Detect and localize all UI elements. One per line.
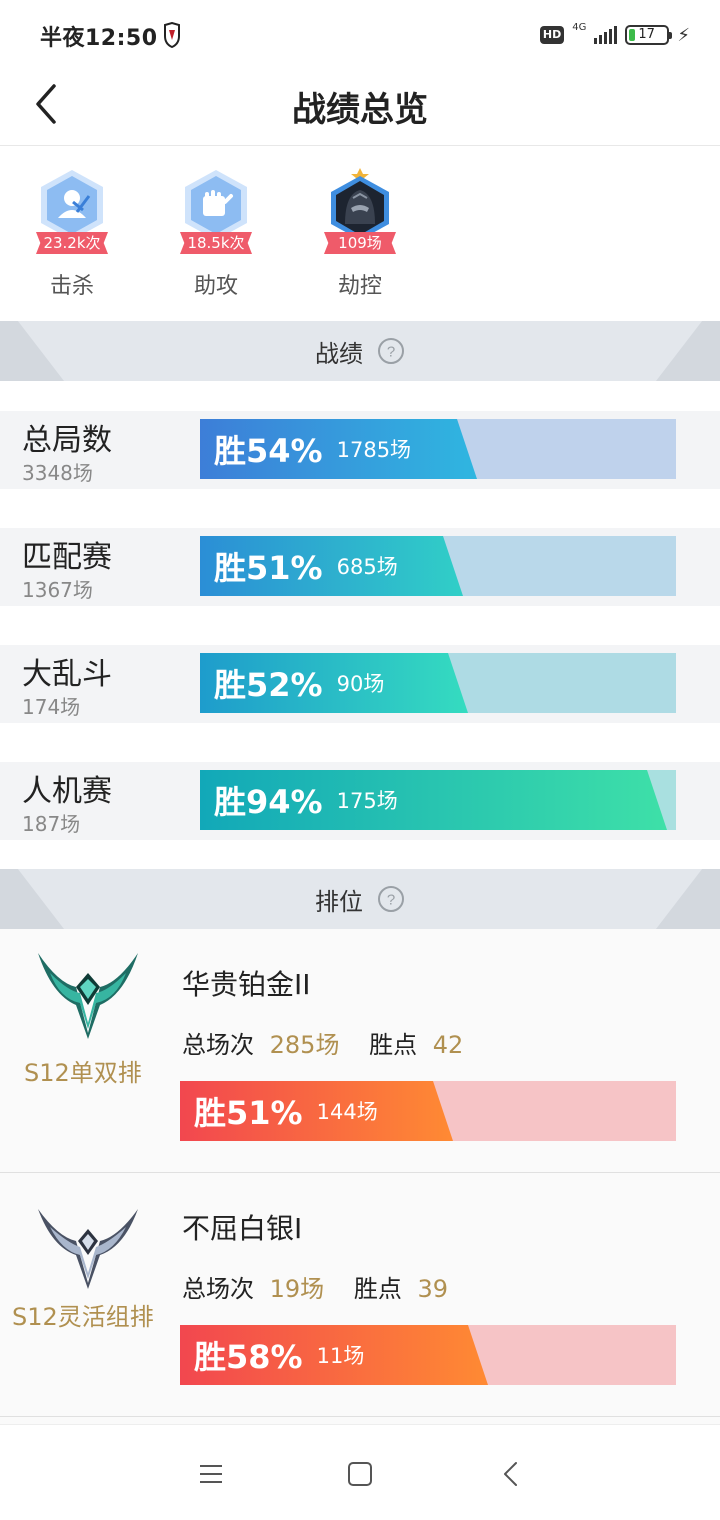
help-icon[interactable]: ? bbox=[377, 337, 405, 365]
svg-text:?: ? bbox=[387, 892, 395, 909]
win-rate-label: 胜51% bbox=[194, 1094, 303, 1132]
win-games: 175场 bbox=[336, 789, 398, 813]
win-rate-label: 胜94% bbox=[214, 783, 323, 821]
record-section-header: 战绩 ? bbox=[0, 321, 720, 381]
win-games: 11场 bbox=[316, 1344, 365, 1368]
assist-label: 助攻 bbox=[193, 274, 238, 299]
league-points-label: 胜点 bbox=[369, 1031, 418, 1059]
win-rate-label: 胜52% bbox=[214, 666, 323, 704]
assist-count: 18.5k次 bbox=[180, 232, 252, 254]
win-rate-label: 胜51% bbox=[214, 549, 323, 587]
network-type: 4G bbox=[572, 21, 587, 33]
mode-games: 1367场 bbox=[22, 578, 93, 602]
win-rate-label: 胜54% bbox=[214, 432, 323, 470]
win-games: 90场 bbox=[336, 672, 385, 696]
mode-row-bots[interactable]: 人机赛 187场 胜94% 175场 bbox=[0, 762, 720, 840]
help-icon[interactable]: ? bbox=[377, 885, 405, 913]
league-points: 39 bbox=[417, 1275, 449, 1303]
battery-icon: 17 bbox=[625, 25, 673, 45]
win-rate-bar: 胜94% 175场 bbox=[200, 770, 676, 830]
mode-games: 3348场 bbox=[22, 461, 93, 485]
mode-games: 187场 bbox=[22, 812, 81, 836]
mode-name: 匹配赛 bbox=[22, 540, 112, 575]
silver-emblem bbox=[38, 1209, 138, 1289]
control-count: 109场 bbox=[324, 232, 396, 254]
ranked-section-header: 排位 ? bbox=[0, 869, 720, 929]
record-section-title: 战绩 bbox=[315, 339, 363, 368]
control-label: 劫控 bbox=[337, 274, 382, 299]
mode-name: 大乱斗 bbox=[22, 657, 112, 692]
platinum-emblem bbox=[38, 953, 138, 1039]
rank-card-flex[interactable]: S12灵活组排 不屈白银I 总场次 19场 胜点 39 胜58% 11场 bbox=[0, 1173, 720, 1417]
rank-card-solo[interactable]: S12单双排 华贵铂金II 总场次 285场 胜点 42 胜51% 144场 bbox=[0, 929, 720, 1173]
app-notification-icon bbox=[164, 22, 180, 48]
ranked-win-rate-bar: 胜51% 144场 bbox=[180, 1081, 676, 1141]
assist-icon: 18.5k次 bbox=[179, 168, 253, 254]
control-stat[interactable]: 109场 劫控 bbox=[300, 168, 420, 300]
champion-avatar: 109场 bbox=[323, 168, 397, 254]
highlight-stats: 23.2k次 击杀 18.5k次 助攻 109场 劫控 bbox=[0, 146, 720, 321]
ranked-section-title: 排位 bbox=[315, 887, 363, 916]
status-time: 半夜12:50 bbox=[40, 26, 158, 51]
mode-games: 174场 bbox=[22, 695, 81, 719]
signal-icon bbox=[594, 26, 618, 44]
status-bar: 半夜12:50 HD 4G 17 ⚡ bbox=[0, 0, 720, 70]
kill-icon: 23.2k次 bbox=[35, 168, 109, 254]
ranked-win-rate-bar: 胜58% 11场 bbox=[180, 1325, 676, 1385]
win-rate-bar: 胜51% 685场 bbox=[200, 536, 676, 596]
rank-tier: 华贵铂金II bbox=[182, 968, 311, 1001]
win-games: 1785场 bbox=[336, 438, 412, 462]
win-rate-bar: 胜52% 90场 bbox=[200, 653, 676, 713]
win-rate-bar: 胜54% 1785场 bbox=[200, 419, 676, 479]
rank-tier: 不屈白银I bbox=[182, 1212, 303, 1245]
mode-row-aram[interactable]: 大乱斗 174场 胜52% 90场 bbox=[0, 645, 720, 723]
mode-row-matchmaking[interactable]: 匹配赛 1367场 胜51% 685场 bbox=[0, 528, 720, 606]
battery-level: 17 bbox=[638, 27, 655, 42]
charging-icon: ⚡ bbox=[677, 24, 690, 46]
total-games: 285场 bbox=[269, 1031, 340, 1059]
mode-name: 人机赛 bbox=[22, 774, 112, 809]
assist-stat[interactable]: 18.5k次 助攻 bbox=[156, 168, 276, 300]
status-indicators: HD 4G 17 ⚡ bbox=[539, 21, 690, 48]
system-nav-bar bbox=[0, 1424, 720, 1520]
total-games-label: 总场次 bbox=[182, 1275, 254, 1303]
win-rate-label: 胜58% bbox=[194, 1338, 303, 1376]
hd-badge: HD bbox=[539, 26, 565, 44]
queue-name: S12灵活组排 bbox=[12, 1303, 154, 1331]
rank-details: 总场次 19场 胜点 39 bbox=[182, 1269, 448, 1304]
total-games-label: 总场次 bbox=[182, 1031, 254, 1059]
app-header: 战绩总览 bbox=[0, 70, 720, 146]
home-icon[interactable] bbox=[345, 1459, 375, 1489]
kill-stat[interactable]: 23.2k次 击杀 bbox=[12, 168, 132, 300]
league-points-label: 胜点 bbox=[353, 1275, 402, 1303]
win-games: 685场 bbox=[336, 555, 398, 579]
menu-icon[interactable] bbox=[196, 1459, 226, 1489]
kill-label: 击杀 bbox=[49, 274, 94, 299]
page-title: 战绩总览 bbox=[292, 90, 428, 130]
total-games: 19场 bbox=[269, 1275, 325, 1303]
record-list: 总局数 3348场 胜54% 1785场 匹配赛 1367场 胜51% 685场… bbox=[0, 381, 720, 869]
mode-row-total[interactable]: 总局数 3348场 胜54% 1785场 bbox=[0, 411, 720, 489]
back-icon[interactable] bbox=[496, 1459, 526, 1489]
kill-count: 23.2k次 bbox=[36, 232, 108, 254]
queue-name: S12单双排 bbox=[24, 1059, 142, 1087]
league-points: 42 bbox=[432, 1031, 464, 1059]
svg-text:?: ? bbox=[387, 344, 395, 361]
rank-details: 总场次 285场 胜点 42 bbox=[182, 1025, 463, 1060]
mode-name: 总局数 bbox=[22, 423, 112, 458]
ranked-list: S12单双排 华贵铂金II 总场次 285场 胜点 42 胜51% 144场 S… bbox=[0, 929, 720, 1424]
win-games: 144场 bbox=[316, 1100, 378, 1124]
